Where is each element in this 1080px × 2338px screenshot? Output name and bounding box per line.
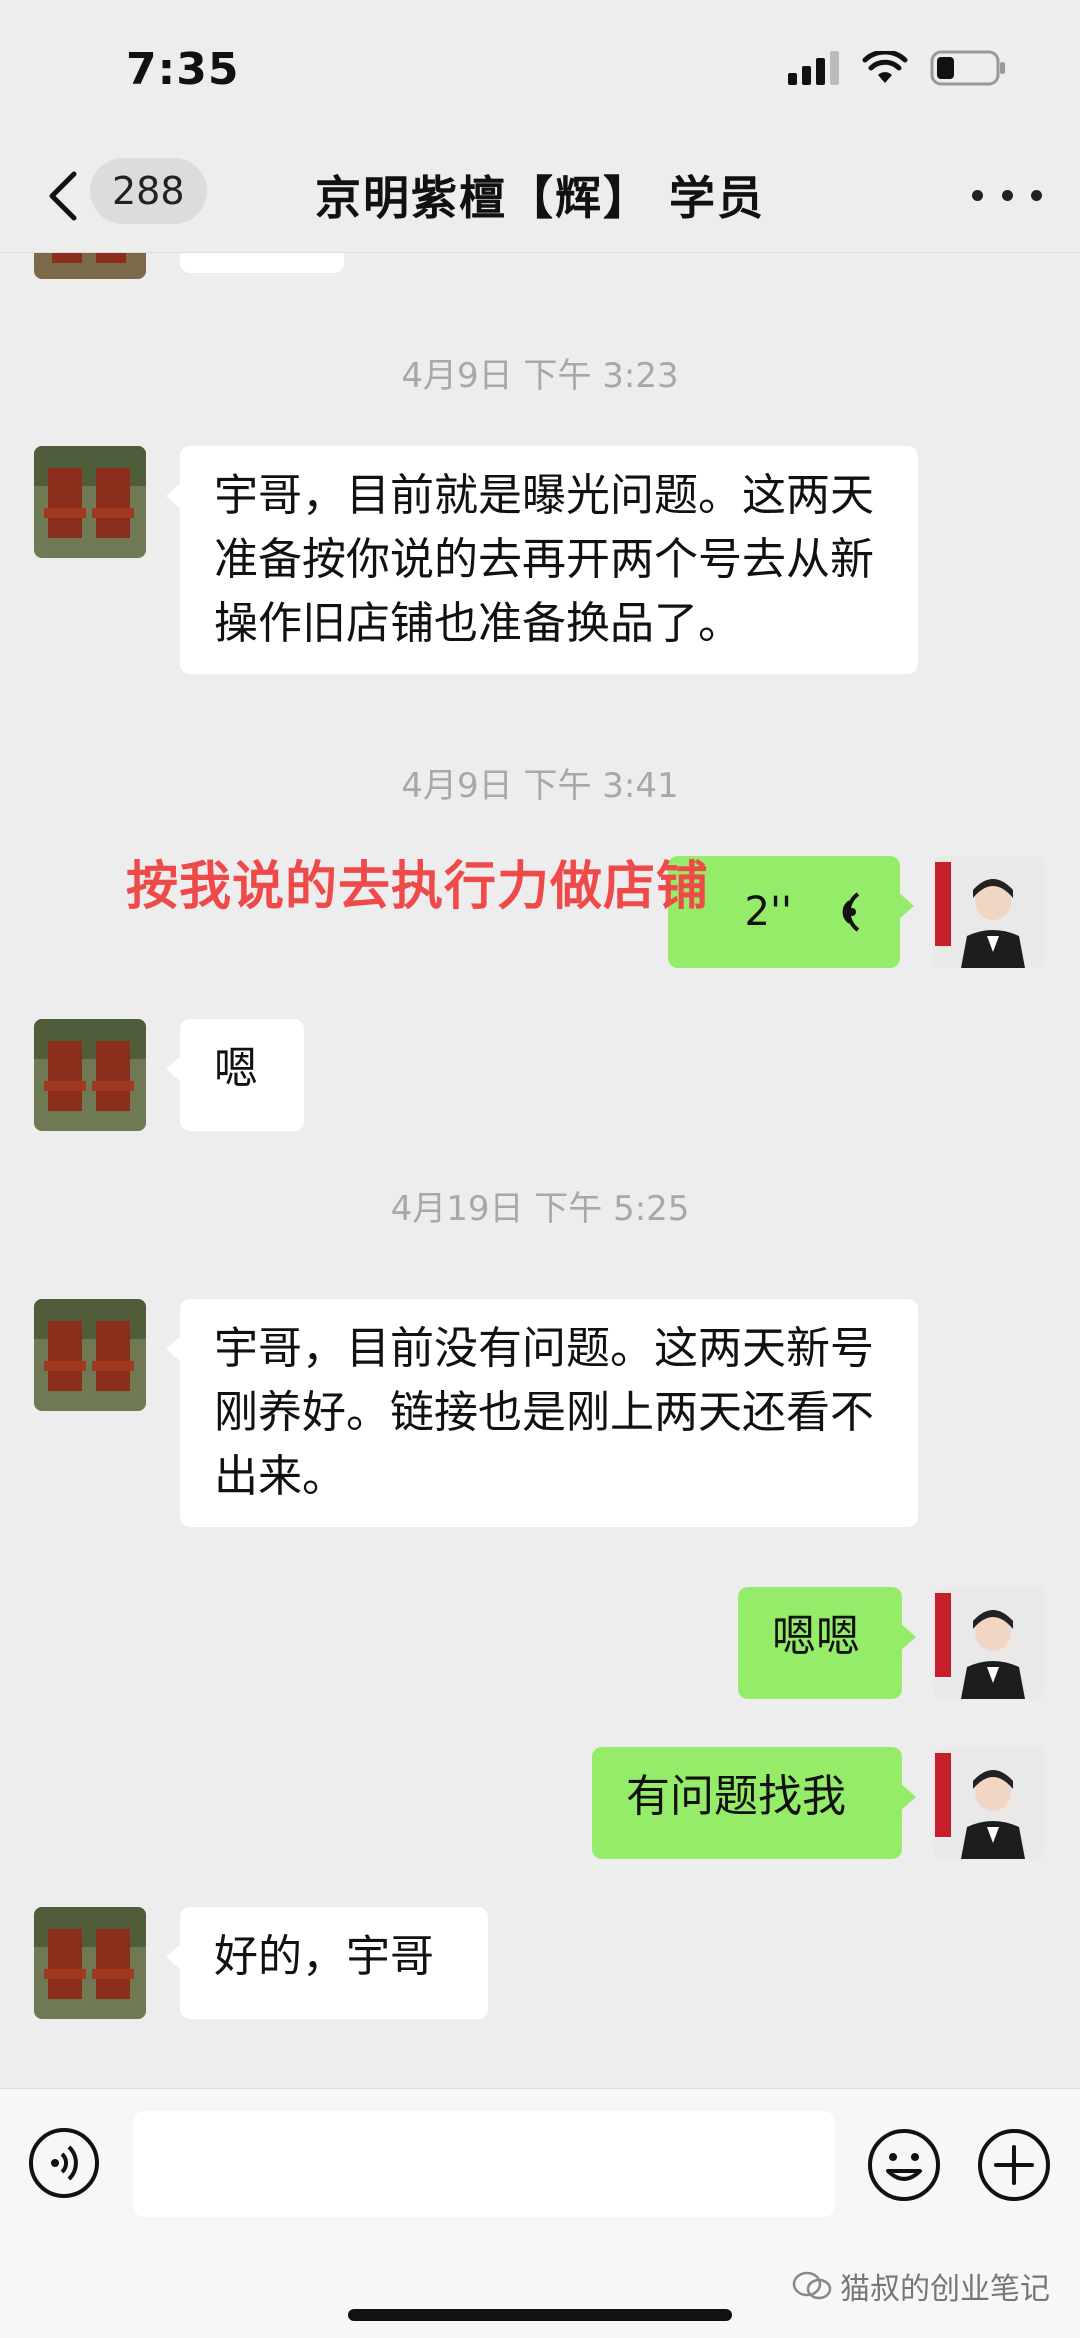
- status-bar: 7:35: [0, 0, 1080, 140]
- voice-input-icon[interactable]: [28, 2127, 100, 2199]
- my-avatar[interactable]: [933, 1587, 1045, 1699]
- status-icons: [788, 50, 1006, 86]
- contact-avatar[interactable]: [34, 1907, 146, 2019]
- home-indicator[interactable]: [348, 2309, 732, 2321]
- timestamp: 4月9日 下午 3:41: [401, 766, 679, 806]
- my-avatar[interactable]: [933, 1747, 1045, 1859]
- chat-title: 京明紫檀【辉】 学员: [314, 171, 765, 225]
- contact-avatar[interactable]: [34, 1299, 146, 1411]
- sent-message-bubble[interactable]: 有问题找我: [592, 1747, 916, 1859]
- contact-avatar[interactable]: [34, 253, 146, 279]
- timestamp: 4月9日 下午 3:23: [401, 356, 679, 396]
- watermark: 猫叔的创业笔记: [792, 2264, 1050, 2308]
- input-bar: 猫叔的创业笔记: [0, 2088, 1080, 2338]
- contact-avatar[interactable]: [34, 446, 146, 558]
- voice-duration: 2'': [744, 889, 792, 935]
- emoji-icon[interactable]: [866, 2127, 942, 2203]
- voice-wave-icon: [842, 892, 860, 932]
- previous-message-bubble[interactable]: [180, 253, 344, 273]
- battery-icon: [930, 50, 1005, 86]
- plus-icon[interactable]: [976, 2127, 1052, 2203]
- timestamp: 4月19日 下午 5:25: [390, 1189, 690, 1229]
- wifi-icon: [862, 51, 908, 83]
- signal-icon: [788, 51, 839, 85]
- annotation-text: 按我说的去执行力做店铺: [126, 857, 710, 917]
- wechat-logo-icon: [792, 2271, 832, 2300]
- message-list[interactable]: 4月9日 下午 3:23 宇哥，目前就是曝光问题。这两天准备按你说的去再开两个号…: [0, 253, 1080, 2088]
- watermark-text: 猫叔的创业笔记: [840, 2272, 1050, 2307]
- sent-message-bubble[interactable]: 嗯嗯: [738, 1587, 916, 1699]
- chat-header: 288 京明紫檀【辉】 学员: [0, 140, 1080, 253]
- status-time: 7:35: [126, 44, 240, 95]
- received-message-bubble[interactable]: 嗯: [166, 1019, 304, 1131]
- received-message-bubble[interactable]: 宇哥，目前没有问题。这两天新号刚养好。链接也是刚上两天还看不出来。: [166, 1299, 918, 1527]
- message-input[interactable]: [134, 2111, 834, 2217]
- contact-avatar[interactable]: [34, 1019, 146, 1131]
- more-options-icon[interactable]: [972, 170, 1042, 220]
- received-message-bubble[interactable]: 宇哥，目前就是曝光问题。这两天准备按你说的去再开两个号去从新操作旧店铺也准备换品…: [166, 446, 918, 674]
- my-avatar[interactable]: [933, 856, 1045, 968]
- received-message-bubble[interactable]: 好的，宇哥: [166, 1907, 488, 2019]
